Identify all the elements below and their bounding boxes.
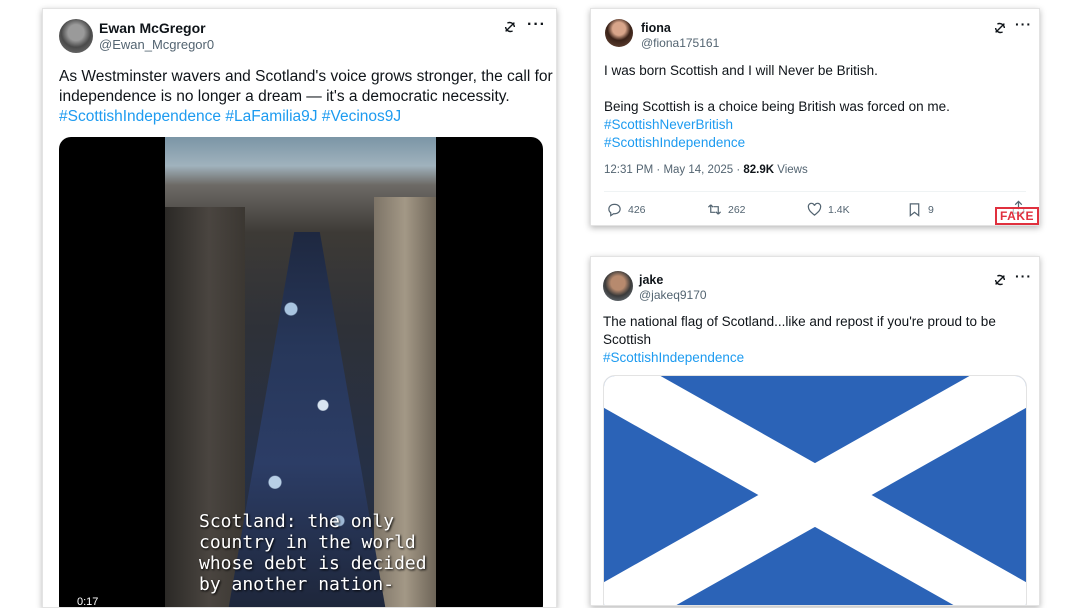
repost-button[interactable]: 262 [707, 202, 746, 217]
grok-icon[interactable] [503, 20, 517, 34]
hashtag-link[interactable]: #ScottishIndependence [604, 134, 950, 152]
post-card-fiona[interactable]: fiona @fiona175161 ··· I was born Scotti… [590, 8, 1040, 226]
like-button[interactable]: 1.4K [807, 202, 850, 217]
video-subtitle: Scotland: the only country in the world wh… [199, 511, 427, 595]
grok-icon[interactable] [993, 273, 1007, 287]
post-text: I was born Scottish and I will Never be … [604, 62, 950, 152]
views-label: Views [774, 164, 808, 176]
author-name[interactable]: jake [639, 273, 663, 287]
reply-count: 426 [628, 203, 646, 216]
hashtag-link[interactable]: #Vecinos9J [322, 108, 401, 125]
more-options-icon[interactable]: ··· [527, 17, 546, 33]
bookmark-icon [909, 203, 920, 217]
hashtag-link[interactable]: #ScottishIndependence [59, 108, 221, 125]
views-count: 82.9K [743, 164, 775, 176]
video-player[interactable]: Scotland: the only country in the world wh… [59, 137, 543, 607]
avatar[interactable] [605, 19, 633, 47]
hashtag-link[interactable]: #ScottishNeverBritish [604, 116, 950, 134]
divider [604, 191, 1026, 192]
post-meta: 12:31 PM · May 14, 2025 · 82.9K Views [604, 164, 808, 176]
post-text-line: Being Scottish is a choice being British… [604, 99, 950, 114]
post-text-line: As Westminster wavers and Scotland's voi… [59, 68, 553, 85]
post-text-line: Scottish [603, 332, 652, 347]
repost-count: 262 [728, 203, 746, 216]
author-name[interactable]: Ewan McGregor [99, 20, 206, 36]
hashtag-link[interactable]: #ScottishIndependence [603, 349, 996, 367]
post-text-line [604, 80, 950, 98]
like-count: 1.4K [828, 203, 850, 216]
author-name[interactable]: fiona [641, 21, 671, 35]
more-options-icon[interactable]: ··· [1015, 17, 1032, 31]
post-time[interactable]: 12:31 PM · May 14, 2025 · [604, 164, 743, 176]
hashtag-link[interactable]: #LaFamilia9J [225, 108, 317, 125]
heart-icon [807, 202, 822, 216]
scotland-flag-image[interactable] [603, 375, 1027, 606]
reply-button[interactable]: 426 [607, 202, 646, 217]
avatar[interactable] [603, 271, 633, 301]
post-text: The national flag of Scotland...like and… [603, 313, 996, 367]
fake-stamp: FAKE [995, 207, 1039, 225]
author-handle[interactable]: @fiona175161 [641, 36, 719, 50]
post-text-line: The national flag of Scotland...like and… [603, 314, 996, 329]
post-text: As Westminster wavers and Scotland's voi… [59, 67, 553, 127]
more-options-icon[interactable]: ··· [1015, 269, 1032, 283]
post-text-line: independence is no longer a dream — it's… [59, 88, 510, 105]
bookmark-button[interactable]: 9 [907, 202, 934, 217]
repost-icon [707, 204, 722, 215]
post-card-ewan[interactable]: Ewan McGregor @Ewan_Mcgregor0 ··· As Wes… [42, 8, 557, 608]
reply-icon [608, 203, 621, 217]
bookmark-count: 9 [928, 203, 934, 216]
avatar[interactable] [59, 19, 93, 53]
post-card-jake[interactable]: jake @jakeq9170 ··· The national flag of… [590, 256, 1040, 606]
grok-icon[interactable] [993, 21, 1007, 35]
author-handle[interactable]: @Ewan_Mcgregor0 [99, 37, 214, 52]
video-timestamp: 0:17 [73, 595, 103, 607]
post-text-line: I was born Scottish and I will Never be … [604, 63, 878, 78]
author-handle[interactable]: @jakeq9170 [639, 288, 707, 302]
